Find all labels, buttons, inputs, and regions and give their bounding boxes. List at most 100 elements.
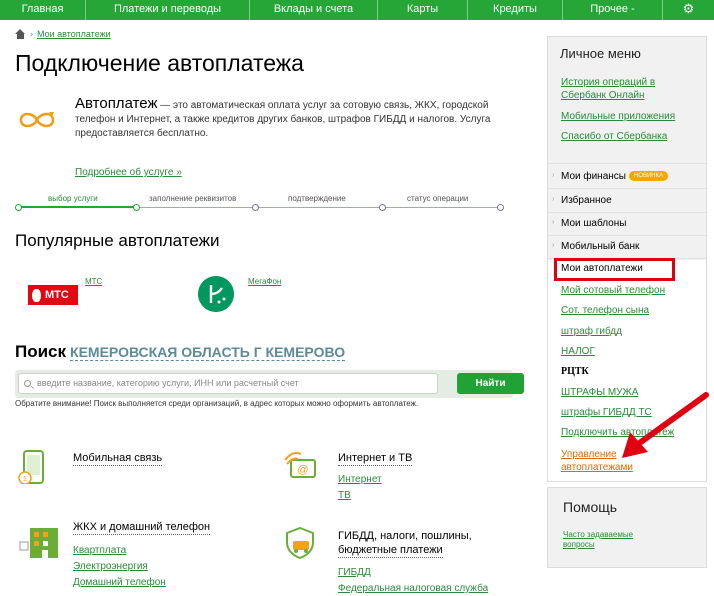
new-badge: НОВИНКА [628,171,669,182]
breadcrumb: › Мои автоплатежи [15,29,111,39]
mts-logo-text: МТС [45,289,69,301]
search-bar: введите название, категорию услуги, ИНН … [15,370,524,398]
nav-home[interactable]: Главная [0,0,86,20]
breadcrumb-my-autopayments[interactable]: Мои автоплатежи [37,29,111,39]
chevron-right-icon: › [552,242,555,249]
help-title: Помощь [563,499,618,515]
highlight-annotation [554,258,675,281]
search-button[interactable]: Найти [457,373,524,394]
search-input[interactable]: введите название, категорию услуги, ИНН … [18,373,438,394]
megafon-link[interactable]: МегаФон [248,277,281,286]
search-title: Поиск КЕМЕРОВСКАЯ ОБЛАСТЬ Г КЕМЕРОВО [15,342,346,362]
faq-link[interactable]: Часто задаваемые вопросы [563,530,663,550]
internet-tv-icon: @ [284,451,316,478]
region-selector[interactable]: КЕМЕРОВСКАЯ ОБЛАСТЬ Г КЕМЕРОВО [70,344,346,361]
section-my-finances-label: Мои финансы [561,171,626,182]
nav-more[interactable]: Прочее - [563,0,663,20]
section-templates-label: Мои шаблоны [561,218,627,229]
search-icon [24,380,31,387]
intro-description: Автоплатеж — это автоматическая оплата у… [75,95,525,141]
chevron-down-icon: - [631,3,635,15]
search-note: Обратите внимание! Поиск выполняется сре… [15,399,419,408]
step-label-status: статус операции [407,194,469,203]
more-about-service-link[interactable]: Подробнее об услуге » [75,167,182,178]
step-label-select: выбор услуги [48,194,98,203]
chevron-right-icon: › [552,172,555,179]
top-navigation: Главная Платежи и переводы Вклады и счет… [0,0,714,20]
nav-more-label: Прочее [590,3,629,15]
faq-link-line1: Часто задаваемые [563,530,634,539]
step-dot [252,204,259,211]
nav-credits[interactable]: Кредиты [468,0,563,20]
category-mobile-title[interactable]: Мобильная связь [73,451,163,466]
menu-divider [548,235,706,236]
mobile-phone-icon: 1 [18,450,44,484]
section-favorites-label: Избранное [561,195,612,206]
section-mobile-bank[interactable]: › Мобильный банк [552,241,640,252]
menu-divider [548,212,706,213]
personal-menu-title: Личное меню [560,46,641,61]
nav-deposits[interactable]: Вклады и счета [250,0,378,20]
megafon-logo[interactable] [198,276,234,312]
menu-divider [548,163,706,164]
step-label-fill: заполнение реквизитов [149,194,237,203]
category-gibdd-title-1[interactable]: ГИБДД, налоги, пошлины, [338,529,472,543]
category-internet-title[interactable]: Интернет и ТВ [338,451,413,466]
autopay-fine[interactable]: штраф гибдд [561,326,622,337]
autopay-son-phone[interactable]: Сот. телефон сына [561,305,649,316]
step-dot [497,204,504,211]
progress-steps: выбор услуги заполнение реквизитов подтв… [15,190,505,214]
faq-link-line2: вопросы [563,540,595,549]
autopay-rctk[interactable]: РЦТК [561,366,589,377]
manage-autopayments-link-2[interactable]: автоплатежами [561,462,633,473]
mobile-apps-link[interactable]: Мобильные приложения [561,111,675,122]
chevron-right-icon: › [552,219,555,226]
intro-term: Автоплатеж [75,95,158,112]
help-panel: Помощь Часто задаваемые вопросы [547,487,707,568]
category-gibdd-title-2[interactable]: бюджетные платежи [338,543,443,558]
step-label-confirm: подтверждение [288,194,346,203]
steps-line-active [19,206,137,208]
step-dot [133,204,140,211]
category-home-phone-link[interactable]: Домашний телефон [73,577,166,588]
category-rent-link[interactable]: Квартплата [73,545,126,556]
category-housing-title[interactable]: ЖКХ и домашний телефон [73,520,211,535]
mts-link[interactable]: МТС [85,277,102,286]
section-favorites[interactable]: › Избранное [552,195,612,206]
menu-divider [548,188,706,189]
category-electricity-link[interactable]: Электроэнергия [73,561,148,572]
autopay-tax[interactable]: НАЛОГ [561,346,595,357]
arrow-annotation-icon [622,392,709,458]
search-heading: Поиск [15,342,67,361]
gear-icon[interactable]: ⚙ [663,0,714,20]
section-templates[interactable]: › Мои шаблоны [552,218,627,229]
popular-title: Популярные автоплатежи [15,231,220,250]
mts-logo[interactable]: МТС [28,285,78,305]
category-internet-link[interactable]: Интернет [338,474,382,485]
category-tax-link[interactable]: Федеральная налоговая служба [338,583,488,594]
history-link-line1[interactable]: История операций в [561,77,655,88]
spasibo-link[interactable]: Спасибо от Сбербанка [561,131,667,142]
step-dot [15,204,22,211]
nav-payments[interactable]: Платежи и переводы [86,0,250,20]
nav-cards[interactable]: Карты [378,0,468,20]
section-my-finances[interactable]: › Мои финансы НОВИНКА [552,171,669,182]
page-title: Подключение автоплатежа [15,50,304,76]
section-mobile-bank-label: Мобильный банк [561,241,640,252]
svg-text:@: @ [297,464,308,476]
category-tv-link[interactable]: ТВ [338,490,351,501]
home-icon[interactable] [15,29,26,39]
mts-egg-icon [32,288,41,302]
history-link-line2[interactable]: Сбербанк Онлайн [561,90,645,101]
breadcrumb-separator: › [30,29,33,39]
housing-icon [19,528,58,558]
manage-autopayments-link-1[interactable]: Управление [561,449,617,460]
search-placeholder: введите название, категорию услуги, ИНН … [37,378,299,388]
svg-text:1: 1 [23,476,27,483]
chevron-right-icon: › [552,196,555,203]
traffic-police-icon [286,526,314,560]
step-dot [379,204,386,211]
category-gibdd-link[interactable]: ГИБДД [338,567,371,578]
autopay-my-phone[interactable]: Мой сотовый телефон [561,285,665,296]
autopay-icon [19,112,55,128]
